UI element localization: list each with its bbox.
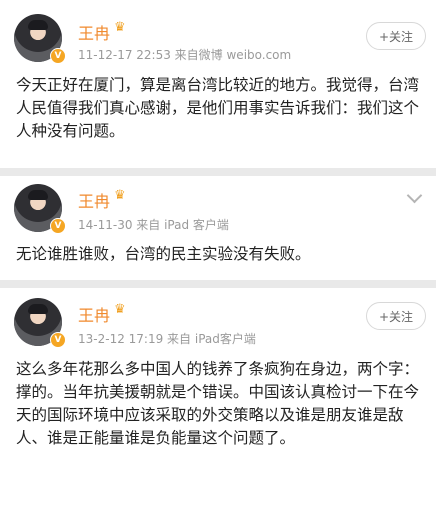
member-crown-icon: ♛ [114,20,126,35]
post-content: 这么多年花那么多中国人的钱养了条疯狗在身边，两个字：撑的。当年抗美援朝就是个错误… [16,360,420,447]
follow-button[interactable]: +关注 [366,302,426,330]
post-content: 无论谁胜谁败，台湾的民主实验没有失败。 [16,245,311,263]
username[interactable]: 王冉 [78,188,110,212]
verified-badge-icon: V [50,48,66,64]
verified-badge-icon: V [50,218,66,234]
post-content: 今天正好在厦门，算是离台湾比较近的地方。我觉得，台湾人民值得我们真心感谢，是他们… [16,76,420,140]
member-crown-icon: ♛ [114,188,126,203]
post-meta: 14-11-30 来自 iPad 客户端 [78,218,229,232]
follow-button[interactable]: +关注 [366,22,426,50]
username[interactable]: 王冉 [78,20,110,44]
post-meta: 11-12-17 22:53 来自微博 weibo.com [78,48,292,62]
post-meta: 13-2-12 17:19 来自 iPad客户端 [78,332,256,346]
member-crown-icon: ♛ [114,302,126,317]
username[interactable]: 王冉 [78,302,110,326]
weibo-post-1: V 王冉 ♛ 11-12-17 22:53 来自微博 weibo.com +关注… [0,0,436,168]
weibo-post-2: V 王冉 ♛ 14-11-30 来自 iPad 客户端 无论谁胜谁败，台湾的民主… [0,176,436,280]
chevron-down-icon[interactable] [406,187,423,204]
verified-badge-icon: V [50,332,66,348]
weibo-post-3: V 王冉 ♛ 13-2-12 17:19 来自 iPad客户端 +关注 这么多年… [0,288,436,508]
